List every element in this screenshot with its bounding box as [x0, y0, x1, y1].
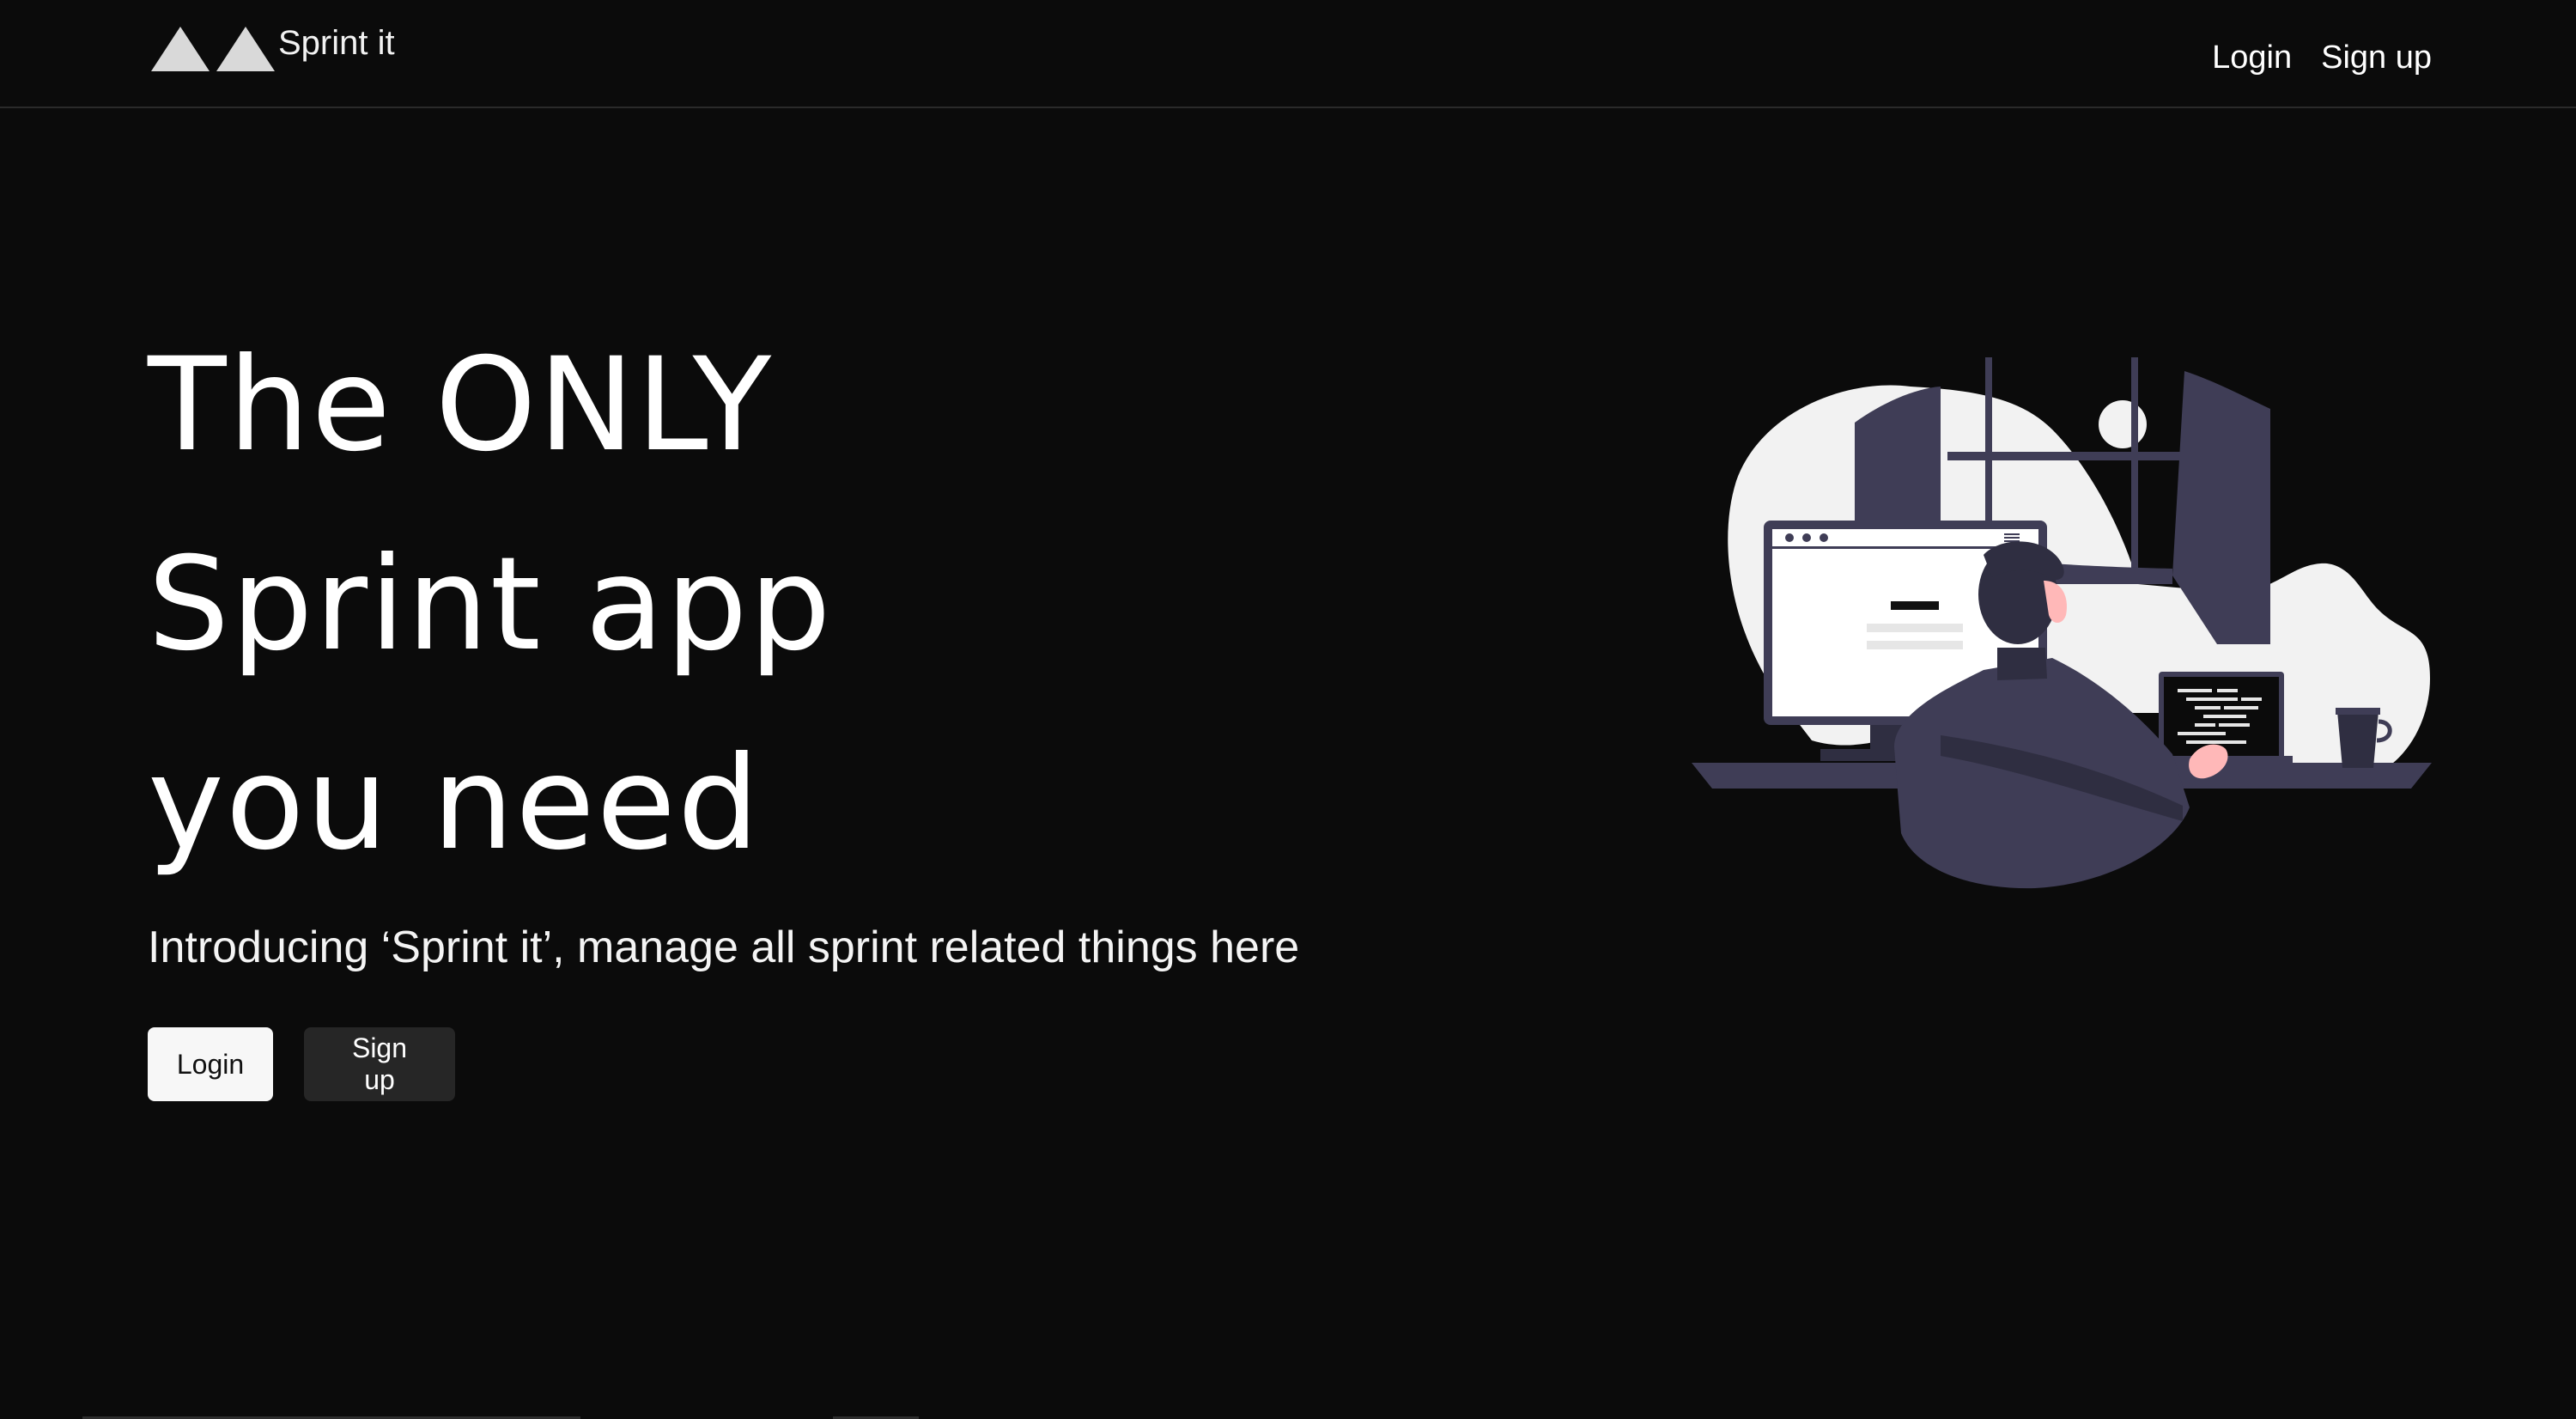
nav-login-link[interactable]: Login [2212, 34, 2292, 81]
moon-shape [2099, 400, 2147, 448]
landing-page: Sprint it Login Sign up The ONLY Sprint … [0, 0, 2576, 1419]
hero-login-button[interactable]: Login [148, 1027, 273, 1101]
screen-text-bar [1867, 641, 1963, 649]
brand[interactable]: Sprint it [151, 26, 395, 74]
menu-icon [2004, 533, 2020, 535]
brand-name: Sprint it [278, 24, 395, 62]
hero-title: The ONLY Sprint app you need [148, 306, 1006, 904]
hero-signup-button[interactable]: Sign up [304, 1027, 455, 1101]
screen-text-bar [1867, 624, 1963, 632]
window-bar-horizontal [1947, 452, 2186, 460]
top-navbar: Sprint it Login Sign up [0, 0, 2576, 108]
nav-signup-link[interactable]: Sign up [2321, 34, 2432, 81]
window-dot-icon [1802, 533, 1811, 542]
nav-links: Login Sign up [2212, 34, 2432, 81]
person-neck [1997, 648, 2047, 680]
developer-at-desk-illustration [1692, 357, 2432, 889]
hero-title-line-3: you need [148, 729, 762, 879]
window-dot-icon [1820, 533, 1828, 542]
hero-subtitle: Introducing ‘Sprint it’, manage all spri… [148, 923, 1300, 972]
screen-heading-bar [1891, 601, 1939, 610]
window-dot-icon [1785, 533, 1794, 542]
window-bar-vertical-right [2131, 357, 2138, 581]
hero-title-line-1: The ONLY [148, 331, 774, 480]
coffee-cup-icon [2337, 711, 2379, 768]
hero-title-line-2: Sprint app [148, 530, 833, 679]
twin-triangles-logo-icon [151, 27, 275, 71]
hero-cta-group: Login Sign up [148, 1027, 455, 1101]
